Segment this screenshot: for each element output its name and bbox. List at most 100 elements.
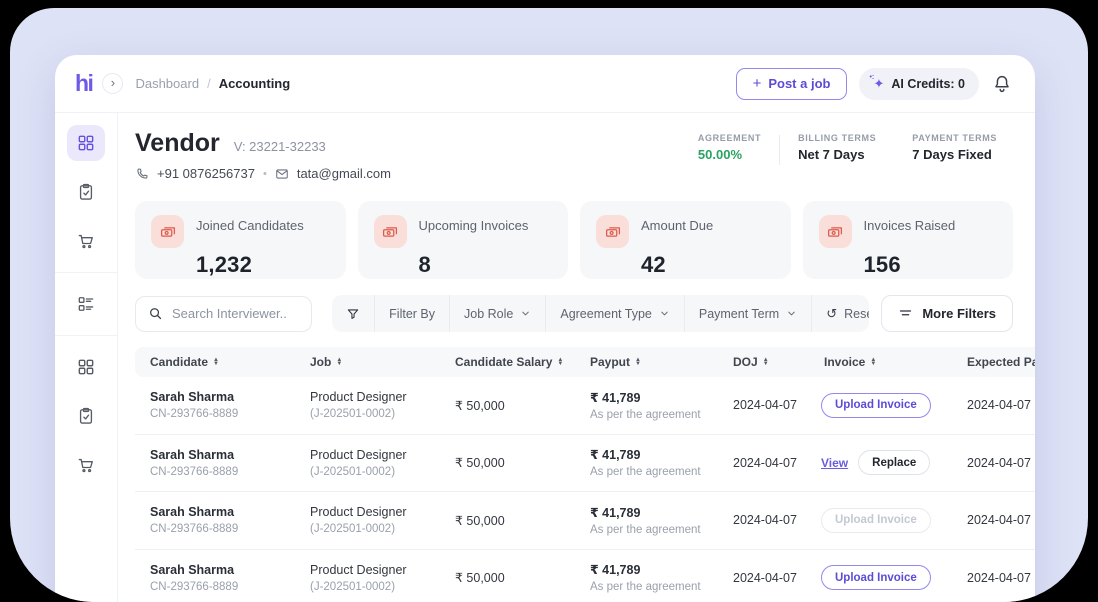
top-bar: hi › Dashboard / Accounting + Post a job… <box>55 55 1035 113</box>
stat-card-joined-candidates: Joined Candidates 1,232 <box>135 201 346 279</box>
stat-label: Invoices Raised <box>864 215 956 248</box>
candidate-name: Sarah Sharma <box>150 505 295 519</box>
doj-date: 2024-04-07 <box>733 456 809 470</box>
candidate-code: CN-293766-8889 <box>150 581 295 593</box>
stat-value: 1,232 <box>196 252 330 278</box>
filter-group: Filter By Job Role Agreement Type Paymen… <box>332 295 869 332</box>
sidebar-divider <box>55 335 117 336</box>
post-a-job-button[interactable]: + Post a job <box>736 68 848 100</box>
sidebar-item-cart-2[interactable] <box>67 447 105 483</box>
payment-term-dropdown[interactable]: Payment Term <box>685 295 812 332</box>
sort-icon: ▲▼ <box>213 358 219 366</box>
notifications-bell-icon[interactable] <box>991 73 1013 95</box>
table-row: Sarah Sharma CN-293766-8889 Product Desi… <box>135 377 1035 435</box>
payout-note: As per the agreement <box>590 409 718 421</box>
candidate-name: Sarah Sharma <box>150 390 295 404</box>
job-title: Product Designer <box>310 563 440 577</box>
candidate-code: CN-293766-8889 <box>150 408 295 420</box>
desktop-frame: hi › Dashboard / Accounting + Post a job… <box>10 8 1088 602</box>
search-icon <box>148 306 163 321</box>
payout-amount: ₹ 41,789 <box>590 390 718 405</box>
vendor-phone: +91 0876256737 <box>157 166 255 181</box>
chevron-down-icon <box>786 308 797 319</box>
filter-lines-icon <box>898 306 913 321</box>
stat-cards: Joined Candidates 1,232 Upcoming Invoice… <box>135 201 1013 279</box>
view-invoice-link[interactable]: View <box>821 456 848 470</box>
money-icon <box>819 215 852 248</box>
candidate-code: CN-293766-8889 <box>150 466 295 478</box>
ai-credits-label: AI Credits: 0 <box>891 77 965 91</box>
payment-terms-label: PAYMENT TERMS <box>912 133 997 143</box>
job-code: (J-202501-0002) <box>310 466 440 478</box>
candidate-salary: ₹ 50,000 <box>455 455 575 470</box>
sidebar-divider <box>55 272 117 273</box>
page-title: Vendor <box>135 129 220 158</box>
funnel-icon <box>346 307 360 321</box>
candidate-name: Sarah Sharma <box>150 563 295 577</box>
job-role-dropdown[interactable]: Job Role <box>450 295 546 332</box>
candidate-salary: ₹ 50,000 <box>455 513 575 528</box>
expected-payment-date: 2024-04-07 <box>967 513 1035 527</box>
agreement-label: AGREEMENT <box>698 133 761 143</box>
job-code: (J-202501-0002) <box>310 408 440 420</box>
contact-separator: • <box>263 168 267 180</box>
sidebar-item-list[interactable] <box>67 286 105 322</box>
column-header-candidate-salary[interactable]: Candidate Salary▲▼ <box>440 355 575 369</box>
sidebar-item-cart[interactable] <box>67 223 105 259</box>
sidebar-item-tasks-2[interactable] <box>67 398 105 434</box>
agreement-type-dropdown[interactable]: Agreement Type <box>546 295 685 332</box>
sort-icon: ▲▼ <box>763 358 769 366</box>
column-header-payput[interactable]: Payput▲▼ <box>575 355 718 369</box>
job-code: (J-202501-0002) <box>310 581 440 593</box>
filter-bar: Filter By Job Role Agreement Type Paymen… <box>135 295 1013 332</box>
stat-card-upcoming-invoices: Upcoming Invoices 8 <box>358 201 569 279</box>
column-header-doj[interactable]: DOJ▲▼ <box>718 355 809 369</box>
table-header: Candidate▲▼ Job▲▼ Candidate Salary▲▼ Pay… <box>135 347 1035 377</box>
stat-value: 42 <box>641 252 775 278</box>
replace-invoice-button[interactable]: Replace <box>858 450 930 475</box>
job-title: Product Designer <box>310 448 440 462</box>
payout-note: As per the agreement <box>590 524 718 536</box>
sidebar-item-tasks[interactable] <box>67 174 105 210</box>
sort-icon: ▲▼ <box>635 358 641 366</box>
sort-icon: ▲▼ <box>336 358 342 366</box>
search-box[interactable] <box>135 296 312 332</box>
reset-filter-button[interactable]: ↺ Reset Filter <box>812 295 869 332</box>
money-icon <box>374 215 407 248</box>
column-header-candidate[interactable]: Candidate▲▼ <box>135 355 295 369</box>
vendor-header: Vendor V: 23221-32233 +91 0876256737 • <box>135 129 1015 181</box>
candidate-code: CN-293766-8889 <box>150 523 295 535</box>
payout-amount: ₹ 41,789 <box>590 447 718 462</box>
filter-by-label: Filter By <box>375 295 450 332</box>
ai-credits-badge[interactable]: ✦ AI Credits: 0 <box>859 68 979 100</box>
upload-invoice-button[interactable]: Upload Invoice <box>821 393 931 418</box>
breadcrumb-separator: / <box>207 76 211 91</box>
funnel-icon-segment <box>332 295 375 332</box>
upload-invoice-button[interactable]: Upload Invoice <box>821 565 931 590</box>
candidate-salary: ₹ 50,000 <box>455 570 575 585</box>
sidebar-item-dashboard[interactable] <box>67 125 105 161</box>
doj-date: 2024-04-07 <box>733 398 809 412</box>
stat-value: 156 <box>864 252 998 278</box>
sidebar-expand-button[interactable]: › <box>102 73 123 94</box>
expected-payment-date: 2024-04-07 <box>967 456 1035 470</box>
sidebar-item-apps[interactable] <box>67 349 105 385</box>
main-content: Vendor V: 23221-32233 +91 0876256737 • <box>118 113 1035 602</box>
column-header-job[interactable]: Job▲▼ <box>295 355 440 369</box>
vendor-id: V: 23221-32233 <box>234 139 326 154</box>
breadcrumb-dashboard[interactable]: Dashboard <box>135 76 199 91</box>
chevron-down-icon <box>659 308 670 319</box>
vendor-email: tata@gmail.com <box>297 166 391 181</box>
column-header-invoice[interactable]: Invoice▲▼ <box>809 355 952 369</box>
money-icon <box>151 215 184 248</box>
payout-note: As per the agreement <box>590 581 718 593</box>
job-title: Product Designer <box>310 390 440 404</box>
search-input[interactable] <box>172 306 299 321</box>
more-filters-button[interactable]: More Filters <box>881 295 1013 332</box>
job-code: (J-202501-0002) <box>310 523 440 535</box>
stat-label: Joined Candidates <box>196 215 304 248</box>
breadcrumb: Dashboard / Accounting <box>135 76 290 91</box>
plus-icon: + <box>753 75 762 92</box>
stat-value: 8 <box>419 252 553 278</box>
sort-icon: ▲▼ <box>557 358 563 366</box>
